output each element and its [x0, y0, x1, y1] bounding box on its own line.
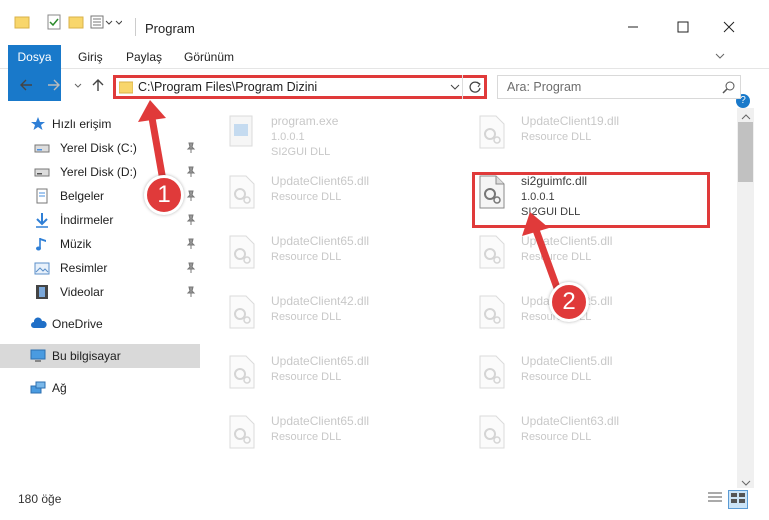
item-count: 180 öğe [18, 492, 62, 506]
annotation-arrows [138, 100, 564, 298]
callout-badge-1: 1 [144, 175, 184, 215]
tiles-view-icon[interactable] [728, 490, 748, 509]
callout-badge-2: 2 [549, 282, 589, 322]
details-view-icon[interactable] [706, 490, 724, 509]
view-switcher [706, 490, 748, 509]
